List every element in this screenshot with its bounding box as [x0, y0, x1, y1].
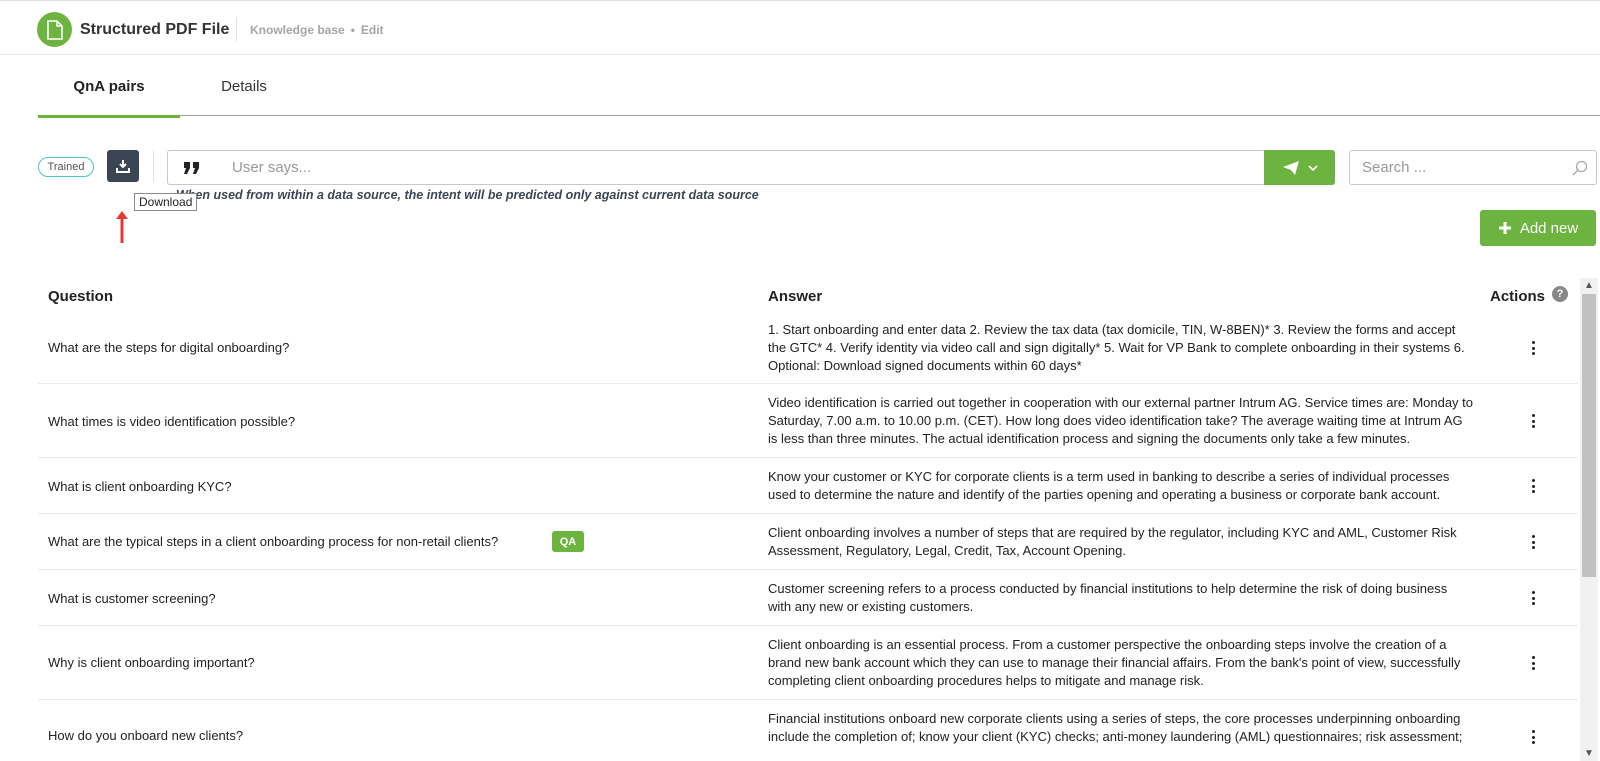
tab-bar: QnA pairs Details — [38, 56, 1600, 118]
page-header: Structured PDF File Knowledge base • Edit — [0, 3, 1600, 55]
answer-text: Financial institutions onboard new corpo… — [768, 711, 1463, 744]
question-text: What are the steps for digital onboardin… — [48, 340, 290, 355]
answer-text: Client onboarding is an essential proces… — [768, 637, 1461, 688]
search-box — [1349, 150, 1597, 185]
plus-icon — [1498, 222, 1511, 234]
row-actions-menu[interactable] — [1528, 591, 1538, 605]
column-header-actions: Actions — [1490, 288, 1546, 305]
table-row[interactable]: Why is client onboarding important? Clie… — [38, 626, 1578, 700]
row-actions-menu[interactable] — [1528, 341, 1538, 355]
table-row[interactable]: What is customer screening? Customer scr… — [38, 570, 1578, 626]
qa-badge: QA — [552, 531, 584, 552]
table-row[interactable]: What are the steps for digital onboardin… — [38, 312, 1578, 384]
status-badge: Trained — [38, 157, 94, 177]
quote-button[interactable] — [167, 150, 217, 185]
send-button[interactable] — [1264, 150, 1335, 185]
row-actions-menu[interactable] — [1528, 479, 1538, 493]
scrollbar-thumb[interactable] — [1582, 294, 1596, 577]
row-actions-menu[interactable] — [1528, 414, 1538, 428]
download-button[interactable] — [107, 150, 139, 182]
row-actions-menu[interactable] — [1528, 656, 1538, 670]
scroll-up-icon[interactable]: ▲ — [1584, 280, 1594, 291]
table-row[interactable]: What are the typical steps in a client o… — [38, 514, 1578, 570]
row-actions-menu[interactable] — [1528, 730, 1538, 744]
tab-details[interactable]: Details — [198, 56, 290, 116]
download-tooltip: Download — [134, 193, 198, 211]
toolbar-divider — [153, 150, 154, 182]
breadcrumb-edit: Edit — [360, 23, 384, 37]
answer-text: Customer screening refers to a process c… — [768, 581, 1448, 614]
table-row[interactable]: What times is video identification possi… — [38, 384, 1578, 458]
table-row[interactable]: How do you onboard new clients? Financia… — [38, 700, 1578, 761]
page-title: Structured PDF File — [80, 21, 230, 38]
header-divider — [236, 17, 237, 41]
question-text: Why is client onboarding important? — [48, 655, 255, 670]
table-scrollbar[interactable]: ▲ ▼ — [1580, 278, 1598, 761]
predict-hint: When used from within a data source, the… — [176, 188, 759, 202]
answer-text: 1. Start onboarding and enter data 2. Re… — [768, 322, 1465, 373]
answer-text: Client onboarding involves a number of s… — [768, 525, 1457, 558]
tab-qna-pairs[interactable]: QnA pairs — [38, 56, 180, 118]
table-row[interactable]: What is client onboarding KYC? Know your… — [38, 458, 1578, 514]
send-icon — [1282, 160, 1299, 175]
search-input[interactable] — [1362, 151, 1562, 184]
question-text: How do you onboard new clients? — [48, 728, 244, 743]
answer-text: Video identification is carried out toge… — [768, 395, 1474, 446]
download-icon — [116, 160, 130, 173]
red-arrow-icon — [116, 211, 128, 243]
row-actions-menu[interactable] — [1528, 535, 1538, 549]
chevron-down-icon — [1307, 164, 1318, 171]
question-text: What times is video identification possi… — [48, 414, 296, 429]
breadcrumb-separator: • — [350, 23, 355, 37]
breadcrumb: Knowledge base • Edit — [250, 23, 384, 37]
column-header-answer: Answer — [768, 288, 823, 305]
question-text: What is customer screening? — [48, 591, 216, 606]
question-text: What is client onboarding KYC? — [48, 479, 232, 494]
answer-text: Know your customer or KYC for corporate … — [768, 469, 1450, 502]
help-icon[interactable]: ? — [1552, 286, 1568, 302]
question-text: What are the typical steps in a client o… — [48, 534, 499, 549]
breadcrumb-knowledge-base[interactable]: Knowledge base — [250, 23, 345, 37]
search-icon — [1572, 160, 1588, 176]
file-icon — [37, 12, 72, 47]
add-new-button[interactable]: Add new — [1480, 210, 1596, 246]
user-says-input[interactable] — [216, 150, 1265, 185]
column-header-question: Question — [48, 288, 114, 305]
add-new-label: Add new — [1519, 219, 1579, 237]
quote-icon — [184, 161, 199, 174]
scroll-down-icon[interactable]: ▼ — [1584, 748, 1594, 759]
